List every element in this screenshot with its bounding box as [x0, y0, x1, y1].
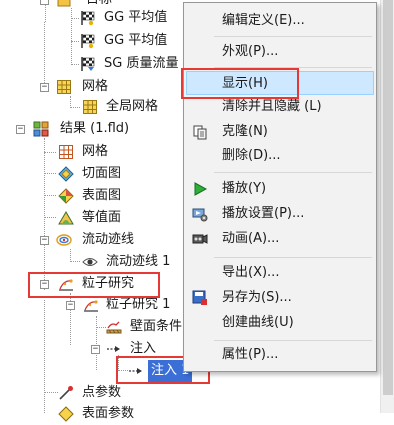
menu-item-save-as[interactable]: 另存为(S)...	[186, 286, 374, 310]
menu-item-label: 播放(Y)	[222, 181, 267, 196]
point-parameters-icon	[59, 386, 73, 400]
tree-item-label: 壁面条件	[130, 319, 183, 334]
menu-separator	[214, 340, 372, 341]
tree-item-label: 表面图	[82, 188, 122, 203]
menu-item-delete[interactable]: 删除(D)...	[186, 144, 374, 168]
context-menu: 编辑定义(E)... 外观(P)... 显示(H) 清除并且隐藏 (L) 克隆(…	[181, 2, 377, 372]
menu-item-label: 另存为(S)...	[222, 290, 292, 305]
menu-item-clear-and-hide[interactable]: 清除并且隐藏 (L)	[186, 95, 374, 119]
checkered-flag-icon	[81, 57, 95, 71]
tree-item-label: SG 质量流量	[104, 56, 179, 71]
menu-item-create-curve[interactable]: 创建曲线(U)	[186, 311, 374, 335]
menu-item-label: 导出(X)...	[222, 265, 280, 280]
menu-item-appearance[interactable]: 外观(P)...	[186, 40, 374, 64]
menu-item-play-settings[interactable]: 播放设置(P)...	[186, 202, 374, 226]
collapse-toggle[interactable]	[40, 83, 49, 92]
collapse-toggle[interactable]	[66, 301, 75, 310]
tree-item-label: 结果 (1.fld)	[60, 121, 130, 136]
tree-item-surface-parameters[interactable]: 表面参数	[0, 403, 380, 425]
tree-item-point-parameters[interactable]: 点参数	[0, 382, 380, 404]
menu-separator	[214, 36, 372, 37]
play-settings-icon	[192, 208, 208, 222]
checkered-flag-icon	[81, 11, 95, 26]
tree-item-label: 流动迹线 1	[106, 254, 171, 269]
tree-item-label: 网格	[82, 144, 109, 159]
particle-study-icon	[59, 279, 73, 291]
menu-item-animation[interactable]: 动画(A)...	[186, 227, 374, 251]
mesh-icon	[83, 100, 97, 114]
tree-item-label: 流动迹线	[82, 232, 135, 247]
surface-plot-icon	[58, 188, 74, 204]
mesh-grid-icon	[59, 145, 73, 159]
menu-separator	[214, 67, 372, 68]
surface-parameters-icon	[58, 406, 74, 422]
tree-item-label: 注入	[130, 341, 157, 356]
animation-icon	[192, 234, 208, 244]
menu-separator	[214, 172, 372, 173]
scrollbar-thumb[interactable]	[383, 0, 393, 395]
tree-item-label: 切面图	[82, 166, 122, 181]
menu-item-label: 编辑定义(E)...	[222, 13, 305, 28]
cut-plot-icon	[58, 166, 74, 182]
collapse-toggle[interactable]	[40, 0, 49, 5]
tree-item-label: 全局网格	[106, 99, 159, 114]
particle-study-icon	[84, 300, 98, 312]
menu-item-label: 动画(A)...	[222, 231, 280, 246]
tree-item-label: 点参数	[82, 385, 122, 400]
wall-condition-icon	[106, 321, 122, 334]
menu-item-label: 克隆(N)	[222, 124, 268, 139]
menu-item-label: 删除(D)...	[222, 148, 281, 163]
tree-item-label: GG 平均值	[104, 10, 168, 25]
collapse-toggle[interactable]	[16, 125, 25, 134]
play-icon	[194, 182, 208, 196]
tree-item-label: 网格	[82, 79, 109, 94]
menu-item-label: 外观(P)...	[222, 44, 279, 59]
isosurface-icon	[58, 211, 74, 225]
menu-item-label: 播放设置(P)...	[222, 206, 305, 221]
menu-separator	[214, 257, 372, 258]
menu-item-edit-definition[interactable]: 编辑定义(E)...	[186, 9, 374, 33]
collapse-toggle[interactable]	[40, 236, 49, 245]
menu-item-show[interactable]: 显示(H)	[186, 71, 374, 95]
menu-item-properties[interactable]: 属性(P)...	[186, 343, 374, 367]
injection-icon	[129, 368, 142, 374]
menu-item-play[interactable]: 播放(Y)	[186, 177, 374, 201]
collapse-toggle[interactable]	[91, 345, 100, 354]
eye-icon	[82, 258, 98, 266]
injection-icon	[107, 346, 120, 352]
tree-item-label: 表面参数	[82, 406, 135, 421]
clone-icon	[193, 125, 207, 140]
tree-item-label: 粒子研究	[82, 276, 135, 291]
tree-item-label: 等值面	[82, 210, 122, 225]
collapse-toggle[interactable]	[40, 280, 49, 289]
mesh-icon	[57, 80, 71, 94]
results-icon	[33, 121, 49, 137]
save-as-icon	[192, 290, 207, 305]
tree-item-label: 粒子研究 1	[106, 297, 171, 312]
vertical-scrollbar[interactable]	[380, 0, 394, 413]
menu-item-clone[interactable]: 克隆(N)	[186, 120, 374, 144]
menu-item-label: 创建曲线(U)	[222, 315, 294, 330]
checkered-flag-icon	[81, 34, 95, 49]
menu-item-label: 属性(P)...	[222, 347, 279, 362]
menu-item-label: 清除并且隐藏 (L)	[222, 99, 322, 114]
menu-item-label: 显示(H)	[222, 76, 268, 91]
flow-trajectories-icon	[56, 234, 72, 246]
menu-item-export[interactable]: 导出(X)...	[186, 261, 374, 285]
tree-item-label: GG 平均值	[104, 33, 168, 48]
